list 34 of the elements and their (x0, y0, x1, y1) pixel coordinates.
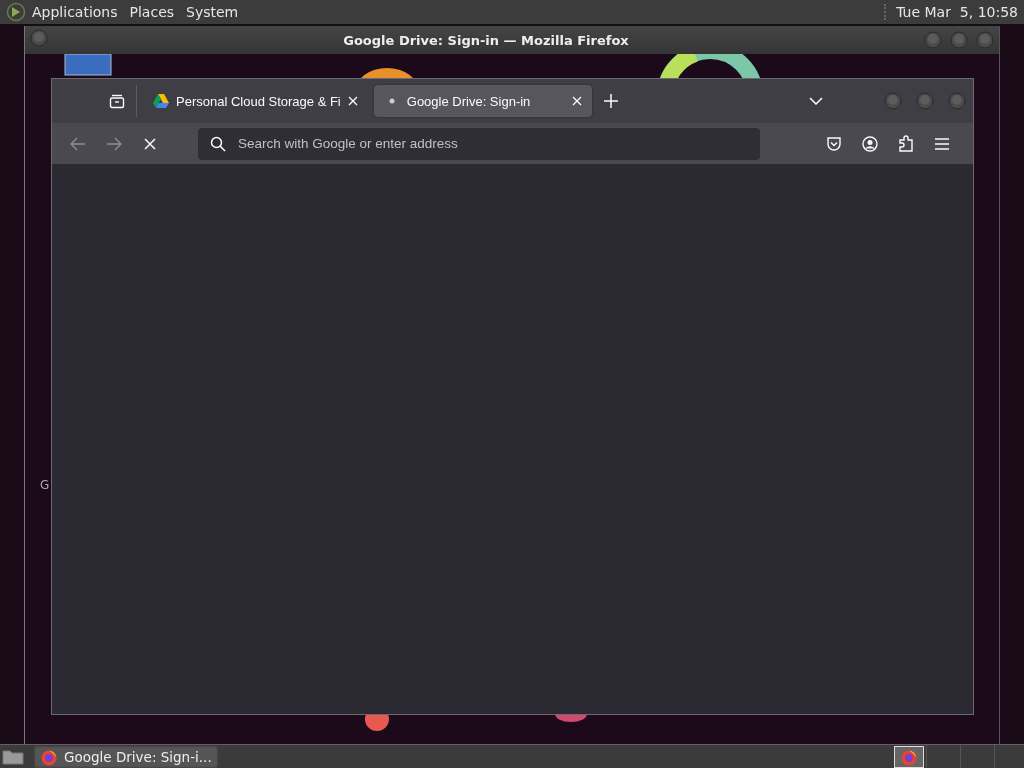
back-arrow-icon[interactable] (70, 136, 86, 151)
window-control-button[interactable] (947, 91, 967, 111)
panel-menu[interactable]: System (180, 4, 245, 20)
window-control-button[interactable] (923, 30, 943, 50)
drive-logo-icon (153, 94, 169, 108)
panel-menu[interactable]: Places (123, 4, 181, 20)
chevron-down-icon[interactable] (809, 97, 823, 105)
panel-menu[interactable]: Applications (26, 4, 124, 20)
stop-icon[interactable] (144, 137, 156, 150)
window-control-button[interactable] (975, 30, 995, 50)
forward-arrow-icon[interactable] (106, 136, 122, 151)
close-icon[interactable] (347, 96, 358, 106)
show-desktop-icon[interactable] (2, 748, 24, 765)
window-control-button[interactable] (915, 91, 935, 111)
window-title: Google Drive: Sign-in — Mozilla Firefox (342, 32, 630, 48)
window-menu-button[interactable] (29, 28, 49, 48)
browser-tab[interactable]: Personal Cloud Storage & Fi (143, 85, 368, 117)
firefox-view-icon[interactable] (109, 93, 125, 109)
account-icon[interactable] (862, 135, 878, 152)
browser-tab[interactable]: Google Drive: Sign-in (373, 85, 592, 117)
loading-dot-icon (388, 98, 395, 104)
puzzle-piece-icon[interactable] (898, 134, 914, 153)
pocket-icon[interactable] (826, 135, 842, 152)
close-icon[interactable] (571, 96, 582, 106)
panel-clock[interactable]: Tue Mar 5, 10:58 (896, 4, 1018, 20)
window-control-button[interactable] (883, 91, 903, 111)
menu-icon[interactable] (935, 137, 949, 150)
menu-logo-icon[interactable] (6, 2, 26, 22)
taskbar-button[interactable]: Google Drive: Sign-i... (34, 745, 218, 768)
window-control-button[interactable] (949, 30, 969, 50)
search-icon (210, 135, 226, 152)
desktop-text: G (40, 478, 50, 492)
address-field[interactable]: Search with Google or enter address (198, 127, 760, 160)
new-tab-icon[interactable] (603, 94, 618, 108)
